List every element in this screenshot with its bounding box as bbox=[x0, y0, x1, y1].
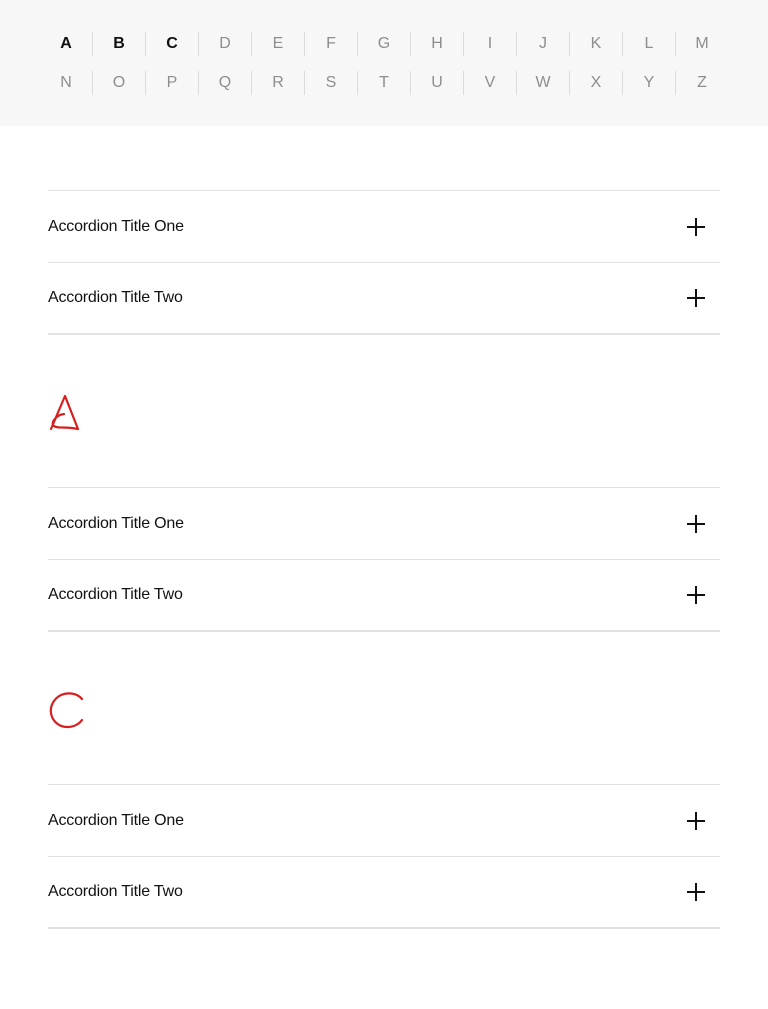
alpha-letter-n[interactable]: N bbox=[40, 71, 92, 95]
alpha-letter-z[interactable]: Z bbox=[675, 71, 728, 95]
alpha-letter-d[interactable]: D bbox=[198, 32, 251, 56]
accordion-group: Accordion Title One Accordion Title Two bbox=[48, 784, 720, 929]
alpha-letter-u[interactable]: U bbox=[410, 71, 463, 95]
alphabet-nav: A B C D E F G H I J K L M N O P Q R S T … bbox=[0, 0, 768, 126]
alpha-letter-m[interactable]: M bbox=[675, 32, 728, 56]
alpha-letter-y[interactable]: Y bbox=[622, 71, 675, 95]
accordion-item[interactable]: Accordion Title One bbox=[48, 488, 720, 560]
alphabet-row-1: A B C D E F G H I J K L M bbox=[40, 32, 728, 56]
alpha-letter-i[interactable]: I bbox=[463, 32, 516, 56]
alpha-letter-p[interactable]: P bbox=[145, 71, 198, 95]
accordion-item[interactable]: Accordion Title One bbox=[48, 191, 720, 263]
alpha-letter-q[interactable]: Q bbox=[198, 71, 251, 95]
plus-icon[interactable] bbox=[687, 514, 705, 533]
accordion-item[interactable]: Accordion Title Two bbox=[48, 857, 720, 929]
accordion-title: Accordion Title Two bbox=[48, 289, 183, 306]
alpha-letter-o[interactable]: O bbox=[92, 71, 145, 95]
letter-c-icon bbox=[49, 692, 84, 729]
alpha-letter-x[interactable]: X bbox=[569, 71, 622, 95]
alpha-letter-h[interactable]: H bbox=[410, 32, 463, 56]
accordion-title: Accordion Title Two bbox=[48, 586, 183, 603]
accordion-group: Accordion Title One Accordion Title Two bbox=[48, 487, 720, 632]
accordion-title: Accordion Title One bbox=[48, 217, 184, 235]
plus-icon[interactable] bbox=[687, 217, 705, 236]
alpha-letter-e[interactable]: E bbox=[251, 32, 304, 56]
alpha-letter-l[interactable]: L bbox=[622, 32, 675, 56]
alpha-letter-k[interactable]: K bbox=[569, 32, 622, 56]
alpha-letter-b[interactable]: B bbox=[92, 32, 145, 56]
plus-icon[interactable] bbox=[687, 586, 705, 604]
alpha-letter-v[interactable]: V bbox=[463, 71, 516, 95]
accordion-item[interactable]: Accordion Title One bbox=[48, 785, 720, 857]
alpha-letter-f[interactable]: F bbox=[304, 32, 357, 56]
accordion-title: Accordion Title One bbox=[48, 811, 184, 829]
plus-icon[interactable] bbox=[687, 289, 705, 307]
alpha-letter-a[interactable]: A bbox=[40, 32, 92, 56]
accordion-item[interactable]: Accordion Title Two bbox=[48, 560, 720, 632]
alpha-letter-r[interactable]: R bbox=[251, 71, 304, 95]
alphabet-row-2: N O P Q R S T U V W X Y Z bbox=[40, 71, 728, 95]
accordion-group: Accordion Title One Accordion Title Two bbox=[48, 190, 720, 335]
plus-icon[interactable] bbox=[687, 811, 705, 830]
accordion-title: Accordion Title One bbox=[48, 514, 184, 532]
alpha-letter-s[interactable]: S bbox=[304, 71, 357, 95]
alpha-letter-j[interactable]: J bbox=[516, 32, 569, 56]
alpha-letter-c[interactable]: C bbox=[145, 32, 198, 56]
accordion-item[interactable]: Accordion Title Two bbox=[48, 263, 720, 335]
letter-a-icon bbox=[49, 394, 80, 431]
alpha-letter-w[interactable]: W bbox=[516, 71, 569, 95]
alpha-letter-t[interactable]: T bbox=[357, 71, 410, 95]
alpha-letter-g[interactable]: G bbox=[357, 32, 410, 56]
accordion-title: Accordion Title Two bbox=[48, 883, 183, 900]
plus-icon[interactable] bbox=[687, 883, 705, 901]
